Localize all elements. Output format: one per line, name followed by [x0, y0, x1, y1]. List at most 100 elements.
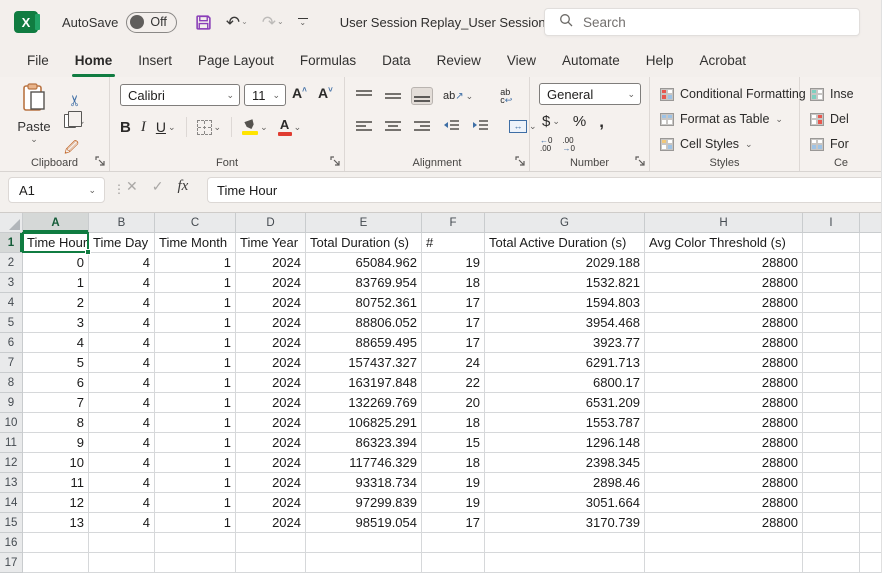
cell-D9[interactable]: 2024	[236, 393, 306, 413]
cell-D8[interactable]: 2024	[236, 373, 306, 393]
cell-E9[interactable]: 132269.769	[306, 393, 422, 413]
tab-view[interactable]: View	[494, 44, 549, 77]
row-header-15[interactable]: 15	[0, 513, 23, 533]
align-center-button[interactable]	[382, 117, 404, 135]
column-header-clipped[interactable]	[860, 213, 882, 233]
autosave-toggle[interactable]: Off	[126, 12, 176, 33]
paste-button[interactable]: Paste ⌄	[12, 83, 56, 144]
cell-F3[interactable]: 18	[422, 273, 485, 293]
increase-decimal-icon[interactable]: ←0.00	[540, 137, 552, 153]
undo-button[interactable]: ↶⌄	[226, 14, 248, 31]
tab-help[interactable]: Help	[633, 44, 687, 77]
cell-G4[interactable]: 1594.803	[485, 293, 645, 313]
alignment-dialog-launcher-icon[interactable]	[515, 156, 526, 167]
cell-E17[interactable]	[306, 553, 422, 573]
cell-G7[interactable]: 6291.713	[485, 353, 645, 373]
cell-J1[interactable]	[860, 233, 882, 253]
cell-I15[interactable]	[803, 513, 860, 533]
cell-D11[interactable]: 2024	[236, 433, 306, 453]
cell-H2[interactable]: 28800	[645, 253, 803, 273]
cell-D1[interactable]: Time Year	[236, 233, 306, 253]
cell-I1[interactable]	[803, 233, 860, 253]
cell-C2[interactable]: 1	[155, 253, 236, 273]
cell-B15[interactable]: 4	[89, 513, 155, 533]
cell-F5[interactable]: 17	[422, 313, 485, 333]
cell-B16[interactable]	[89, 533, 155, 553]
cell-G3[interactable]: 1532.821	[485, 273, 645, 293]
cell-styles-button[interactable]: Cell Styles⌄	[660, 137, 753, 151]
cell-A13[interactable]: 11	[23, 473, 89, 493]
cell-H4[interactable]: 28800	[645, 293, 803, 313]
cell-I6[interactable]	[803, 333, 860, 353]
cell-E11[interactable]: 86323.394	[306, 433, 422, 453]
cell-E14[interactable]: 97299.839	[306, 493, 422, 513]
cell-E16[interactable]	[306, 533, 422, 553]
cell-G16[interactable]	[485, 533, 645, 553]
cell-F11[interactable]: 15	[422, 433, 485, 453]
cell-D4[interactable]: 2024	[236, 293, 306, 313]
cell-C12[interactable]: 1	[155, 453, 236, 473]
cell-H13[interactable]: 28800	[645, 473, 803, 493]
undo-dropdown-icon[interactable]: ⌄	[241, 18, 248, 26]
cell-I12[interactable]	[803, 453, 860, 473]
cell-I9[interactable]	[803, 393, 860, 413]
cell-I11[interactable]	[803, 433, 860, 453]
row-header-14[interactable]: 14	[0, 493, 23, 513]
decrease-indent-button[interactable]	[440, 117, 462, 135]
cell-C6[interactable]: 1	[155, 333, 236, 353]
increase-font-size-button[interactable]: A˄	[292, 85, 307, 101]
conditional-formatting-button[interactable]: Conditional Formatting⌄	[660, 87, 819, 101]
cell-B2[interactable]: 4	[89, 253, 155, 273]
cell-A2[interactable]: 0	[23, 253, 89, 273]
insert-cells-button[interactable]: Inse	[810, 87, 854, 101]
row-header-3[interactable]: 3	[0, 273, 23, 293]
currency-format-button[interactable]: $⌄	[542, 113, 560, 130]
cut-icon[interactable]: ✂	[66, 85, 84, 107]
cell-E1[interactable]: Total Duration (s)	[306, 233, 422, 253]
column-header-B[interactable]: B	[89, 213, 155, 233]
cell-B12[interactable]: 4	[89, 453, 155, 473]
cell-J13[interactable]	[860, 473, 882, 493]
cell-G8[interactable]: 6800.17	[485, 373, 645, 393]
cell-F17[interactable]	[422, 553, 485, 573]
paste-dropdown-icon[interactable]: ⌄	[12, 135, 56, 144]
cell-D14[interactable]: 2024	[236, 493, 306, 513]
cell-D13[interactable]: 2024	[236, 473, 306, 493]
cell-E12[interactable]: 117746.329	[306, 453, 422, 473]
cell-H6[interactable]: 28800	[645, 333, 803, 353]
cell-H14[interactable]: 28800	[645, 493, 803, 513]
cell-A1[interactable]: Time Hour	[23, 233, 89, 253]
underline-button[interactable]: U⌄	[156, 119, 176, 135]
cell-B5[interactable]: 4	[89, 313, 155, 333]
cell-I3[interactable]	[803, 273, 860, 293]
excel-app-icon[interactable]: X	[14, 11, 38, 33]
name-box-dropdown-icon[interactable]: ⌄	[88, 186, 96, 195]
cell-D16[interactable]	[236, 533, 306, 553]
cell-D12[interactable]: 2024	[236, 453, 306, 473]
cell-H10[interactable]: 28800	[645, 413, 803, 433]
cell-I2[interactable]	[803, 253, 860, 273]
cell-F10[interactable]: 18	[422, 413, 485, 433]
cell-J5[interactable]	[860, 313, 882, 333]
cell-D7[interactable]: 2024	[236, 353, 306, 373]
cell-E13[interactable]: 93318.734	[306, 473, 422, 493]
borders-button[interactable]: ⌄	[197, 120, 222, 135]
formula-input[interactable]: Time Hour	[207, 177, 882, 203]
cell-E15[interactable]: 98519.054	[306, 513, 422, 533]
tab-automate[interactable]: Automate	[549, 44, 633, 77]
cell-F15[interactable]: 17	[422, 513, 485, 533]
cell-I4[interactable]	[803, 293, 860, 313]
cell-D2[interactable]: 2024	[236, 253, 306, 273]
cell-E7[interactable]: 157437.327	[306, 353, 422, 373]
cell-J17[interactable]	[860, 553, 882, 573]
cell-E4[interactable]: 80752.361	[306, 293, 422, 313]
tab-file[interactable]: File	[14, 44, 62, 77]
cell-H1[interactable]: Avg Color Threshold (s)	[645, 233, 803, 253]
cell-G2[interactable]: 2029.188	[485, 253, 645, 273]
row-header-4[interactable]: 4	[0, 293, 23, 313]
save-icon[interactable]	[195, 14, 212, 31]
tab-insert[interactable]: Insert	[125, 44, 185, 77]
cell-G1[interactable]: Total Active Duration (s)	[485, 233, 645, 253]
cell-G14[interactable]: 3051.664	[485, 493, 645, 513]
cell-F13[interactable]: 19	[422, 473, 485, 493]
